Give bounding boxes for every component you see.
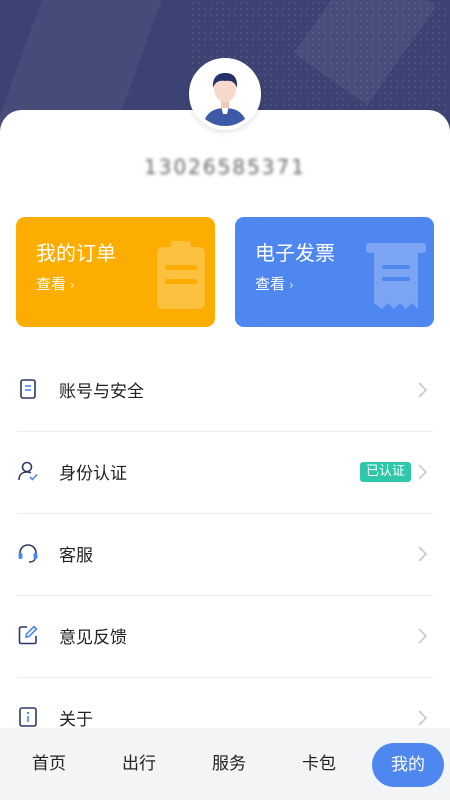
chevron-right-icon (418, 464, 428, 480)
menu-item-label: 意见反馈 (59, 628, 127, 648)
phone-number: 13026585371 (144, 155, 306, 179)
menu-item-customer-service[interactable]: 客服 (17, 514, 433, 596)
chevron-right-icon: › (70, 278, 75, 292)
tab-card-wallet[interactable]: 卡包 (279, 728, 359, 800)
my-orders-card[interactable]: 我的订单 查看 › (16, 217, 215, 327)
menu-item-label: 关于 (59, 710, 93, 730)
chevron-right-icon (418, 382, 428, 398)
my-orders-title: 我的订单 (36, 241, 116, 265)
edit-icon (18, 625, 38, 645)
settings-menu: 账号与安全 身份认证 已认证 客服 意见反馈 关于 (17, 350, 433, 760)
tab-mine[interactable]: 我的 (372, 743, 444, 787)
chevron-right-icon (418, 546, 428, 562)
menu-item-label: 账号与安全 (59, 382, 144, 402)
headset-icon (18, 544, 38, 563)
tab-services[interactable]: 服务 (189, 728, 269, 800)
bottom-tab-bar: 首页 出行 服务 卡包 我的 (0, 728, 450, 800)
e-invoice-title: 电子发票 (255, 241, 335, 265)
my-orders-view-link[interactable]: 查看 › (36, 273, 75, 294)
my-orders-view-label: 查看 (36, 275, 67, 293)
e-invoice-view-link[interactable]: 查看 › (255, 273, 294, 294)
chevron-right-icon: › (289, 278, 294, 292)
e-invoice-view-label: 查看 (255, 275, 286, 293)
avatar[interactable] (189, 58, 261, 130)
info-icon (19, 707, 37, 727)
tab-home[interactable]: 首页 (9, 728, 89, 800)
chevron-right-icon (418, 710, 428, 726)
chevron-right-icon (418, 628, 428, 644)
tab-travel[interactable]: 出行 (99, 728, 179, 800)
user-check-icon (18, 461, 38, 481)
user-avatar-icon (193, 62, 257, 126)
clipboard-icon (157, 241, 205, 309)
menu-item-account-security[interactable]: 账号与安全 (17, 350, 433, 432)
menu-item-label: 身份认证 (59, 464, 127, 484)
menu-item-feedback[interactable]: 意见反馈 (17, 596, 433, 678)
e-invoice-card[interactable]: 电子发票 查看 › (235, 217, 434, 327)
receipt-icon (366, 243, 426, 309)
document-icon (20, 379, 36, 399)
verified-badge: 已认证 (359, 462, 411, 482)
menu-item-label: 客服 (59, 546, 93, 566)
menu-item-identity-verification[interactable]: 身份认证 已认证 (17, 432, 433, 514)
